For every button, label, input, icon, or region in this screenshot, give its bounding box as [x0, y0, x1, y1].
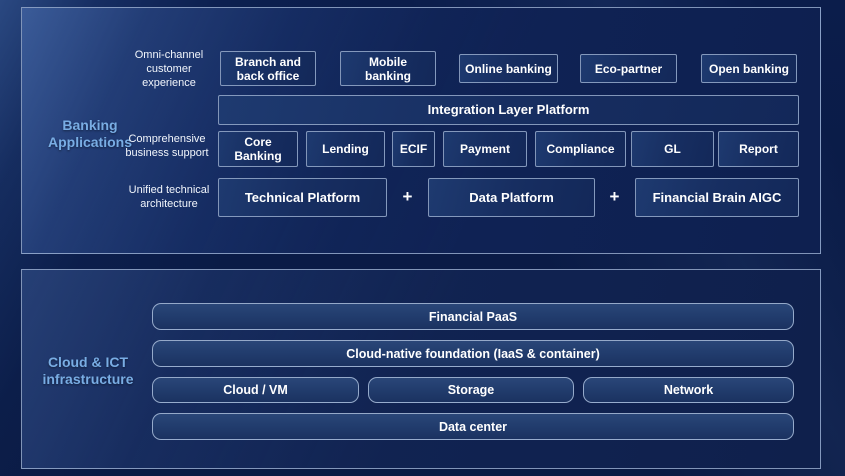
box-network: Network — [583, 377, 794, 403]
box-eco-partner: Eco-partner — [580, 54, 677, 83]
box-payment: Payment — [443, 131, 527, 167]
box-online-banking: Online banking — [459, 54, 558, 83]
cloud-ict-title: Cloud & ICT infrastructure — [28, 354, 148, 388]
row-label-unified-architecture: Unified technical architecture — [121, 183, 217, 211]
box-gl: GL — [631, 131, 714, 167]
box-branch-and-back-office: Branch and back office — [220, 51, 316, 86]
box-compliance: Compliance — [535, 131, 626, 167]
box-financial-brain-aigc: Financial Brain AIGC — [635, 178, 799, 217]
box-core-banking: Core Banking — [218, 131, 298, 167]
architecture-diagram: Banking Applications Omni-channel custom… — [0, 0, 845, 476]
box-cloud-vm: Cloud / VM — [152, 377, 359, 403]
box-ecif: ECIF — [392, 131, 435, 167]
box-cloud-native-foundation: Cloud-native foundation (IaaS & containe… — [152, 340, 794, 367]
box-integration-layer-platform: Integration Layer Platform — [218, 95, 799, 125]
box-mobile-banking: Mobile banking — [340, 51, 436, 86]
box-data-platform: Data Platform — [428, 178, 595, 217]
plus-sign-1: + — [391, 185, 424, 209]
box-financial-paas: Financial PaaS — [152, 303, 794, 330]
box-data-center: Data center — [152, 413, 794, 440]
box-lending: Lending — [306, 131, 385, 167]
plus-sign-2: + — [598, 185, 631, 209]
box-report: Report — [718, 131, 799, 167]
box-open-banking: Open banking — [701, 54, 797, 83]
box-storage: Storage — [368, 377, 574, 403]
row-label-business-support: Comprehensive business support — [117, 132, 217, 160]
row-label-omni-channel: Omni-channel customer experience — [121, 48, 217, 90]
box-technical-platform: Technical Platform — [218, 178, 387, 217]
